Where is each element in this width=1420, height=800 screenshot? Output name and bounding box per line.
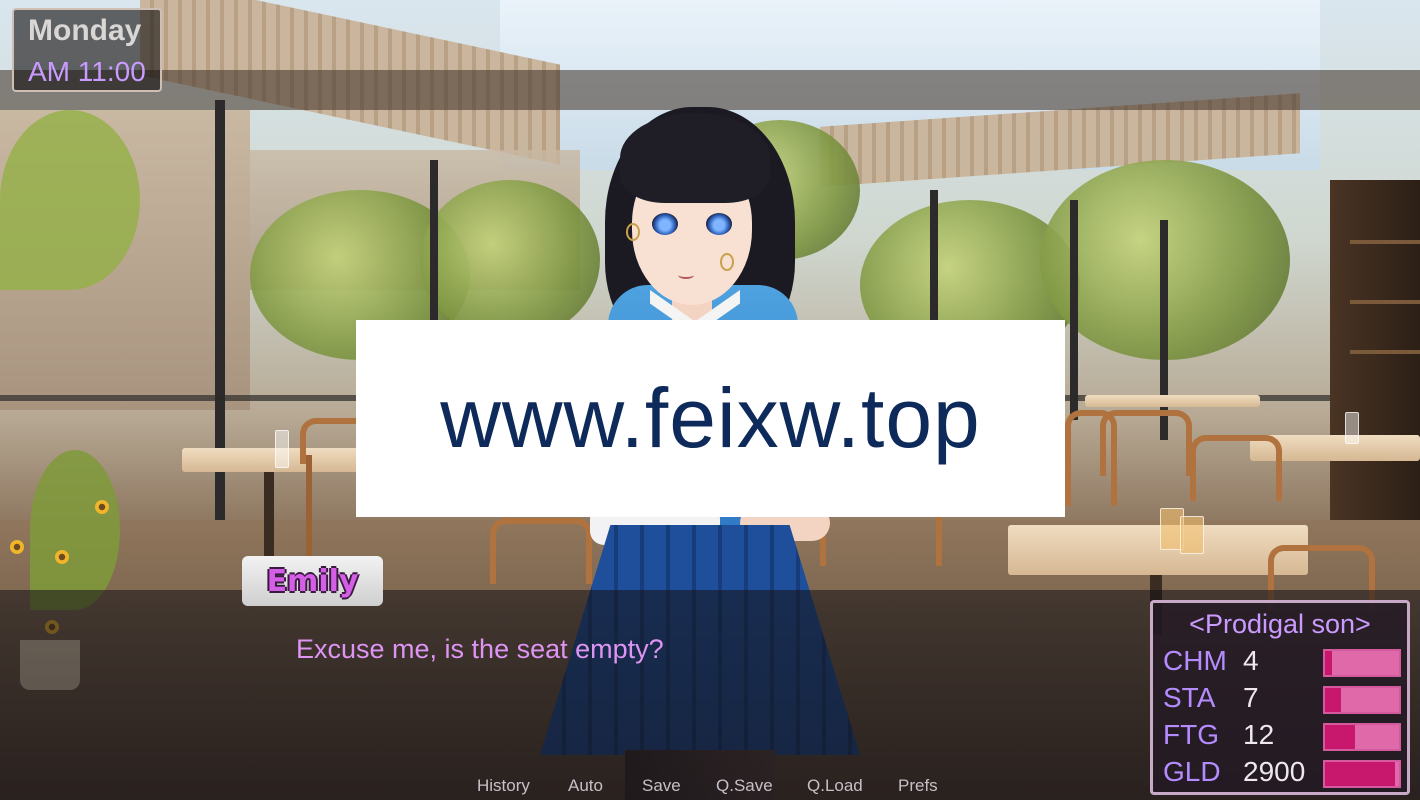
stat-bar bbox=[1323, 760, 1401, 788]
save-button[interactable]: Save bbox=[642, 776, 681, 796]
day-time-panel: Monday AM 11:00 bbox=[12, 8, 162, 92]
table bbox=[1008, 525, 1308, 575]
day-label: Monday bbox=[28, 14, 142, 47]
stat-value: 7 bbox=[1243, 682, 1259, 713]
window-post bbox=[1070, 200, 1078, 420]
table bbox=[1085, 395, 1260, 407]
glass bbox=[275, 430, 289, 468]
quick-save-button[interactable]: Q.Save bbox=[716, 776, 773, 796]
flower bbox=[10, 540, 24, 554]
shelf bbox=[1350, 300, 1420, 304]
stat-bar bbox=[1323, 723, 1401, 751]
stat-bar-fill bbox=[1325, 651, 1333, 675]
flower bbox=[55, 550, 69, 564]
history-button[interactable]: History bbox=[477, 776, 530, 796]
stat-value: 4 bbox=[1243, 645, 1259, 676]
quick-menu: History Auto Save Q.Save Q.Load Prefs bbox=[460, 776, 980, 800]
stat-label: FTG bbox=[1163, 719, 1219, 750]
quick-load-button[interactable]: Q.Load bbox=[807, 776, 863, 796]
dialogue-text: Excuse me, is the seat empty? bbox=[296, 634, 664, 664]
glass bbox=[1180, 516, 1204, 554]
character-eye bbox=[706, 213, 732, 235]
stat-bar-fill bbox=[1325, 688, 1342, 712]
watermark-banner: www.feixw.top bbox=[356, 320, 1065, 517]
chair bbox=[1065, 410, 1117, 506]
stat-row-sta: STA 7 bbox=[1161, 682, 1407, 716]
stats-title: <Prodigal son> bbox=[1189, 609, 1371, 639]
stats-panel: <Prodigal son> CHM 4 STA 7 FTG 12 GLD 29… bbox=[1150, 600, 1410, 795]
stat-value: 2900 bbox=[1243, 756, 1306, 787]
stat-row-gld: GLD 2900 bbox=[1161, 756, 1407, 790]
chair bbox=[1190, 435, 1282, 501]
shelf bbox=[1350, 350, 1420, 354]
auto-button[interactable]: Auto bbox=[568, 776, 603, 796]
clock-label: AM 11:00 bbox=[28, 56, 146, 87]
stat-bar-fill bbox=[1325, 762, 1396, 786]
shelf bbox=[1350, 240, 1420, 244]
stat-value: 12 bbox=[1243, 719, 1275, 750]
window-post bbox=[1160, 220, 1168, 440]
character-eye bbox=[652, 213, 678, 235]
stat-bar-fill bbox=[1325, 725, 1355, 749]
speaker-namebox: Emily bbox=[242, 556, 383, 606]
glass bbox=[1345, 412, 1359, 444]
character-earring bbox=[626, 223, 640, 241]
stat-label: GLD bbox=[1163, 756, 1221, 787]
stat-label: CHM bbox=[1163, 645, 1227, 676]
plant bbox=[0, 110, 140, 290]
speaker-name: Emily bbox=[266, 563, 359, 599]
character-mouth bbox=[678, 271, 694, 279]
character-earring bbox=[720, 253, 734, 271]
flower bbox=[95, 500, 109, 514]
stat-bar bbox=[1323, 686, 1401, 714]
prefs-button[interactable]: Prefs bbox=[898, 776, 938, 796]
plant bbox=[30, 450, 120, 610]
watermark-text: www.feixw.top bbox=[440, 371, 981, 465]
stat-row-chm: CHM 4 bbox=[1161, 645, 1407, 679]
stat-label: STA bbox=[1163, 682, 1216, 713]
stat-row-ftg: FTG 12 bbox=[1161, 719, 1407, 753]
stat-bar bbox=[1323, 649, 1401, 677]
character-bangs bbox=[620, 113, 770, 203]
